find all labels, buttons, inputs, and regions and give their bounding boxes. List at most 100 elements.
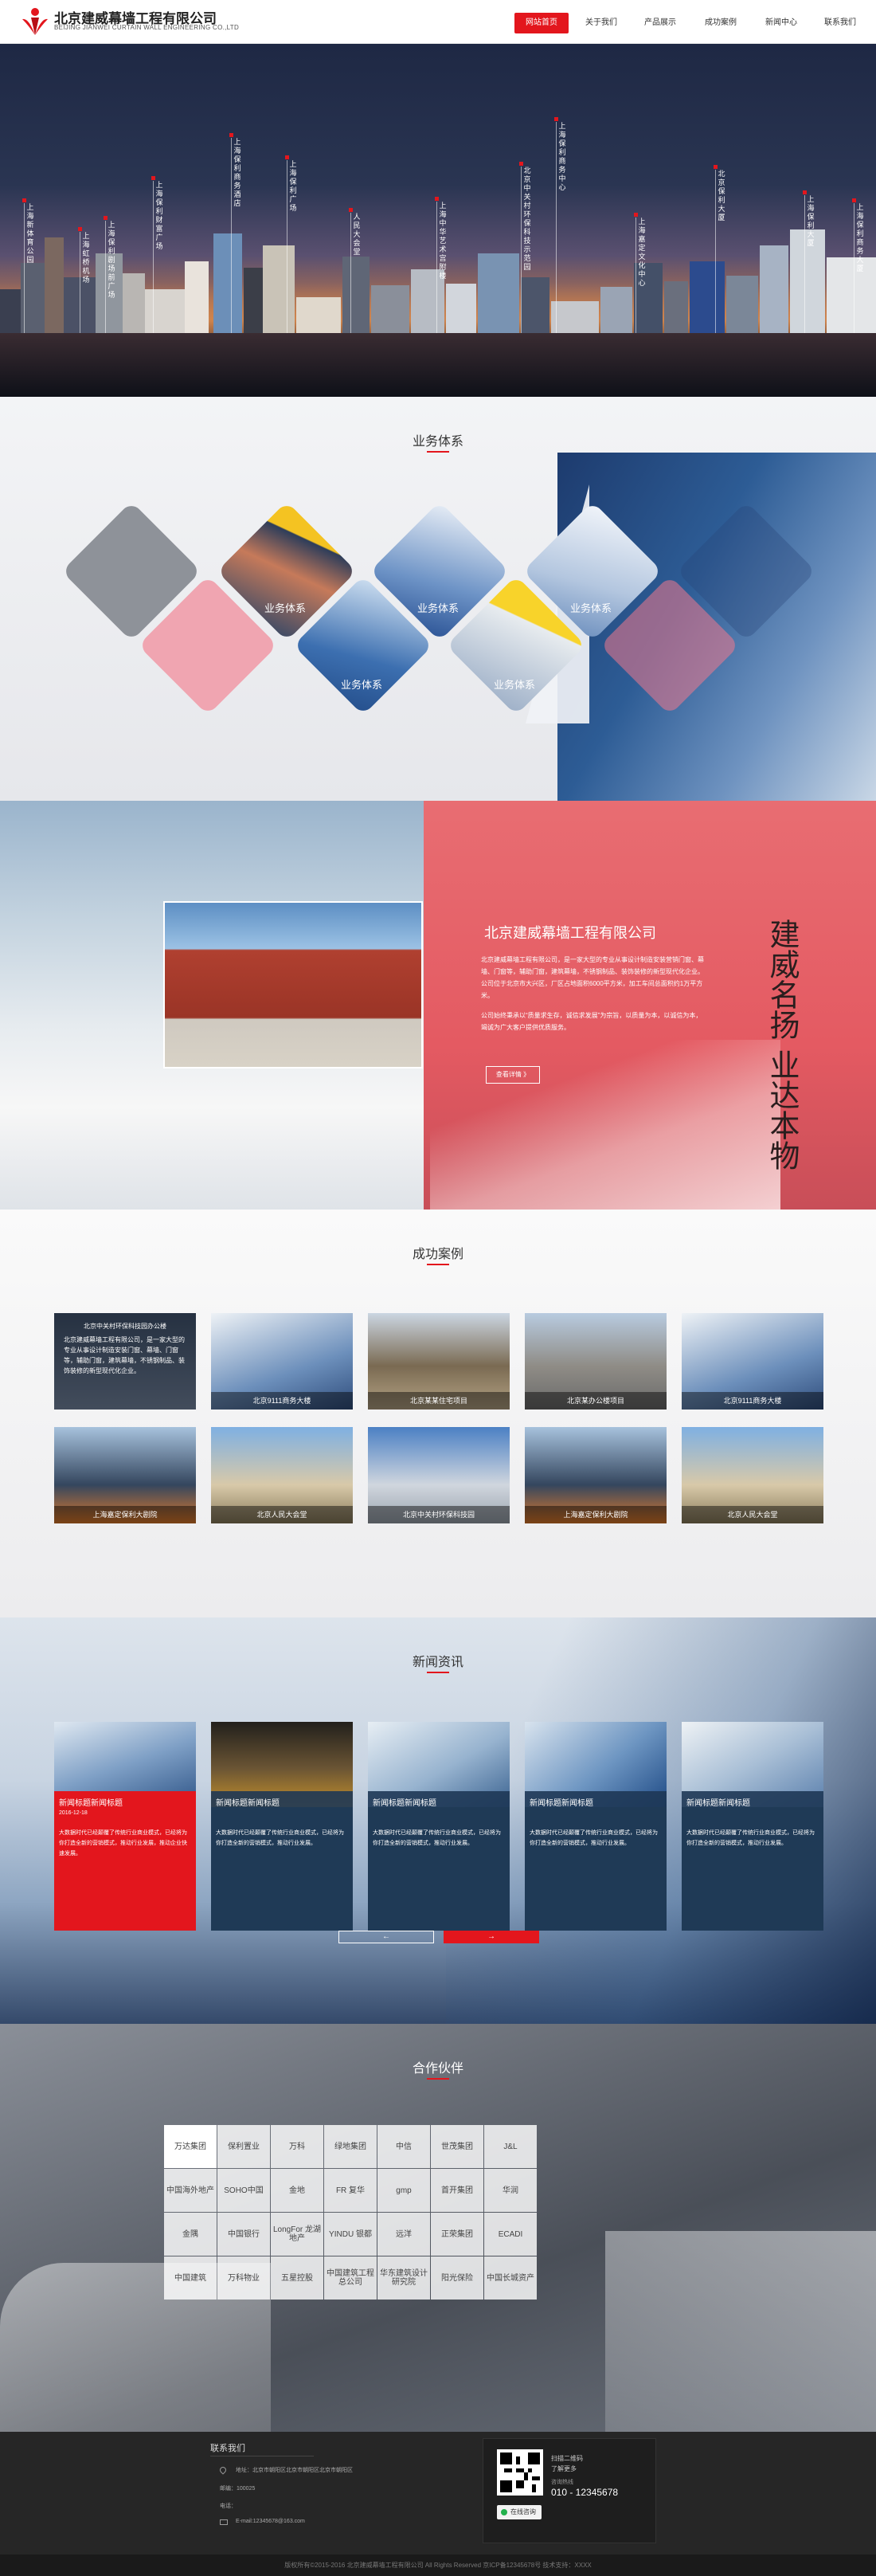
building [145,289,185,333]
nav-products[interactable]: 产品展示 [634,13,686,33]
building [123,273,145,333]
partner-logo[interactable]: 中国银行 [217,2213,270,2256]
building [185,261,209,333]
logo-icon[interactable] [18,6,53,38]
partner-logo[interactable]: 正荣集团 [431,2213,483,2256]
case-item[interactable]: 上海嘉定保利大剧院 [525,1427,667,1523]
project-pin-line [24,203,25,333]
partner-logo[interactable]: 保利置业 [217,2125,270,2168]
partner-logo[interactable]: LongFor 龙湖地产 [271,2213,323,2256]
project-pin-label[interactable]: 上海保利财富广场 [155,181,163,251]
project-pin-label[interactable]: 上海保利大厦 [807,195,815,248]
case-item[interactable]: 北京9111商务大楼 [682,1313,823,1410]
news-card[interactable]: 新闻标题新闻标题大数据时代已经颠覆了传统行业商业模式，已经将为你打造全新的营销模… [525,1722,667,1931]
partner-logo[interactable]: 中信 [377,2125,430,2168]
project-pin-flag [554,117,558,121]
online-consult-button[interactable]: 在线咨询 [497,2505,542,2519]
news-card[interactable]: 新闻标题新闻标题 2016-12-18 大数据时代已经颠覆了传统行业商业模式，已经将… [54,1722,196,1931]
case-item[interactable]: 北京9111商务大楼 [211,1313,353,1410]
case-item[interactable]: 北京中关村环保科技园办公楼 北京建威幕墙工程有限公司，是一家大型的专业从事设计制造… [54,1313,196,1410]
nav-about[interactable]: 关于我们 [575,13,628,33]
nav-home[interactable]: 网站首页 [514,13,569,33]
project-pin-line [231,138,232,333]
project-pin-flag [852,198,856,202]
project-pin-label[interactable]: 上海嘉定文化中心 [638,218,646,288]
news-title[interactable]: 新闻标题新闻标题 [686,1796,750,1808]
case-item[interactable]: 北京人民大会堂 [211,1427,353,1523]
case-item[interactable]: 上海嘉定保利大剧院 [54,1427,196,1523]
partner-logo[interactable]: 万科 [271,2125,323,2168]
contact-title: 联系我们 [210,2444,245,2453]
partner-logo[interactable]: 金隅 [164,2213,217,2256]
partner-logo[interactable]: FR 复华 [324,2169,377,2212]
partner-logo[interactable]: SOHO中国 [217,2169,270,2212]
partner-logo[interactable]: 阳光保险 [431,2256,483,2300]
title-underline [427,1672,449,1673]
project-pin-label[interactable]: 北京保利大厦 [718,170,725,222]
project-pin-label[interactable]: 上海保利商务大厦 [856,203,864,273]
case-item[interactable]: 北京某某住宅项目 [368,1313,510,1410]
case-item[interactable]: 北京人民大会堂 [682,1427,823,1523]
partner-logo[interactable]: 万达集团 [164,2125,217,2168]
case-item[interactable]: 北京某办公楼项目 [525,1313,667,1410]
partner-logo[interactable]: 万科物业 [217,2256,270,2300]
project-pin-label[interactable]: 上海虹桥机场 [82,232,90,284]
project-pin-label[interactable]: 人民大会堂 [353,213,361,257]
news-summary: 大数据时代已经颠覆了传统行业商业模式，已经将为你打造全新的营销模式，推动行业发展… [59,1830,187,1857]
project-pin-flag [803,190,807,194]
mail-icon [220,2519,228,2525]
partner-logo[interactable]: 中国海外地产 [164,2169,217,2212]
partner-logo[interactable]: gmp [377,2169,430,2212]
about-more-button[interactable]: 查看详情 》 [486,1066,540,1084]
news-title[interactable]: 新闻标题新闻标题 [530,1796,593,1808]
building [213,233,242,333]
about-section: 北京建威幕墙工程有限公司 北京建威幕墙工程有限公司，是一家大型的专业从事设计制造… [0,801,876,1210]
partner-logo[interactable]: 世茂集团 [431,2125,483,2168]
partner-logo[interactable]: 华东建筑设计研究院 [377,2256,430,2300]
partner-logo[interactable]: 首开集团 [431,2169,483,2212]
case-caption: 北京人民大会堂 [211,1506,353,1523]
news-title[interactable]: 新闻标题新闻标题 [59,1796,123,1808]
project-pin-label[interactable]: 上海保利商务酒店 [233,138,241,208]
news-next-button[interactable]: → [444,1931,539,1943]
partner-logo[interactable]: 五星控股 [271,2256,323,2300]
project-pin-flag [104,216,108,220]
news-card[interactable]: 新闻标题新闻标题大数据时代已经颠覆了传统行业商业模式，已经将为你打造全新的营销模… [368,1722,510,1931]
case-item[interactable]: 北京中关村环保科技园 [368,1427,510,1523]
section-title: 业务体系 [412,435,463,449]
partner-logo[interactable]: 中国建筑工程总公司 [324,2256,377,2300]
project-pin-label[interactable]: 上海保利广场 [289,160,297,213]
partner-logo[interactable]: 华润 [484,2169,537,2212]
project-pin-label[interactable]: 上海保利剧场前广场 [108,221,115,300]
business-label: 业务体系 [416,602,459,614]
news-card[interactable]: 新闻标题新闻标题大数据时代已经颠覆了传统行业商业模式，已经将为你打造全新的营销模… [682,1722,823,1931]
project-pin-label[interactable]: 上海保利商务中心 [558,122,566,192]
news-card[interactable]: 新闻标题新闻标题 大数据时代已经颠覆了传统行业商业模式，已经将为你打造全新的营销模… [211,1722,353,1931]
project-pin-label[interactable]: 上海新体育公园 [26,203,34,265]
partner-logo[interactable]: YINDU 银都 [324,2213,377,2256]
partner-logo[interactable]: 中国建筑 [164,2256,217,2300]
partner-logo[interactable]: 绿地集团 [324,2125,377,2168]
news-title[interactable]: 新闻标题新闻标题 [373,1796,436,1808]
building [827,257,876,333]
project-pin-flag [151,176,155,180]
building [600,287,632,333]
project-pin-label[interactable]: 上海中华艺术宫附楼 [439,202,447,280]
footer-email[interactable]: E-mail:12345678@163.com [236,2519,305,2524]
nav-contact[interactable]: 联系我们 [814,13,866,33]
project-pin-label[interactable]: 北京中关村环保科技示范园 [523,167,531,272]
nav-news[interactable]: 新闻中心 [755,13,808,33]
nav-cases[interactable]: 成功案例 [694,13,747,33]
partner-logo[interactable]: ECADI [484,2213,537,2256]
building [296,297,341,333]
news-prev-button[interactable]: ← [338,1931,434,1943]
partners-section: 合作伙伴 万达集团 保利置业 万科 绿地集团 中信 世茂集团 J&L 中国海外地产 SOHO中国… [0,2024,876,2432]
news-summary: 大数据时代已经颠覆了传统行业商业模式，已经将为你打造全新的营销模式，推动行业发展… [686,1830,815,1846]
partner-logo[interactable]: 金地 [271,2169,323,2212]
news-summary: 大数据时代已经颠覆了传统行业商业模式，已经将为你打造全新的营销模式，推动行业发展… [373,1830,501,1846]
partner-logo[interactable]: 远洋 [377,2213,430,2256]
news-summary: 大数据时代已经颠覆了传统行业商业模式，已经将为你打造全新的营销模式，推动行业发展… [530,1830,658,1846]
partner-logo[interactable]: J&L [484,2125,537,2168]
partner-logo[interactable]: 中国长城资产 [484,2256,537,2300]
news-title[interactable]: 新闻标题新闻标题 [216,1796,280,1808]
